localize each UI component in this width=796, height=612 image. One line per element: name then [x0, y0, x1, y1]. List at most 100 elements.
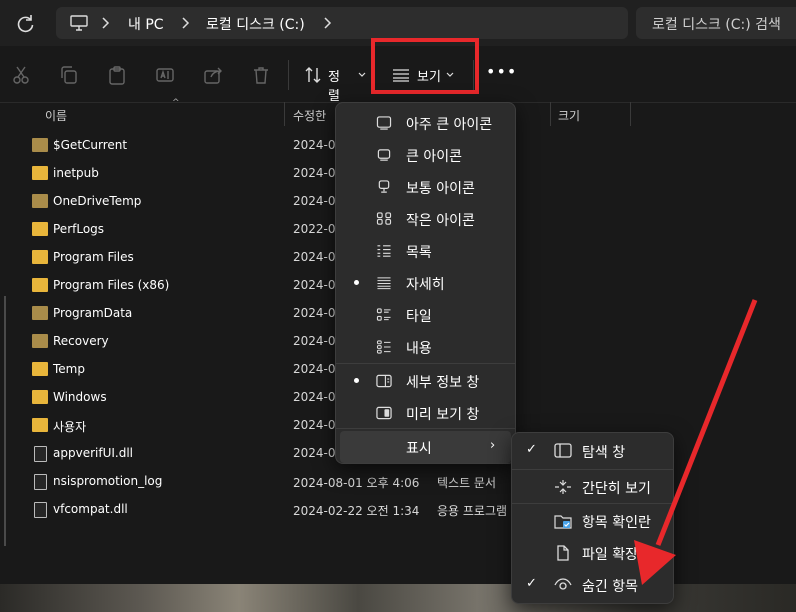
menu-item-view-option[interactable]: 작은 아이콘 — [340, 203, 511, 235]
menu-separator — [512, 503, 673, 504]
file-date: 2024-0 — [293, 250, 336, 264]
file-date: 2024-02-22 오전 1:34 — [293, 504, 420, 518]
more-options-icon[interactable]: ••• — [486, 62, 517, 81]
menu-item-view-option[interactable]: 큰 아이콘 — [340, 139, 511, 171]
folder-icon — [32, 250, 48, 264]
menu-item-label: 내용 — [406, 341, 432, 357]
delete-icon[interactable] — [251, 65, 271, 85]
folder-icon — [32, 166, 48, 180]
file-type: 텍스트 문서 — [437, 476, 497, 490]
file-date: 2024-0 — [293, 418, 336, 432]
chevron-right-icon[interactable] — [100, 16, 110, 30]
chevron-right-icon[interactable] — [180, 16, 190, 30]
sort-button-label: 정렬 — [328, 70, 340, 104]
column-divider[interactable] — [284, 102, 285, 126]
file-date: 2024-0 — [293, 194, 336, 208]
navigation-pane-icon — [554, 443, 572, 458]
show-submenu: ✓ 탐색 창간단히 보기항목 확인란 파일 확장 ✓ 숨긴 항목 — [511, 432, 674, 604]
rename-icon[interactable] — [155, 65, 175, 85]
file-date: 2024-0 — [293, 334, 336, 348]
file-date: 2024-0 — [293, 278, 336, 292]
chevron-right-icon: › — [490, 438, 496, 453]
selected-bullet-icon — [354, 280, 359, 285]
item-checkbox-icon — [554, 515, 572, 529]
menu-item-view-option[interactable]: 자세히 — [340, 267, 511, 299]
file-name: appverifUI.dll — [53, 446, 133, 460]
list-icon — [377, 245, 391, 257]
folder-icon — [32, 222, 48, 236]
cut-icon[interactable] — [11, 65, 31, 85]
menu-item-pane-option[interactable]: 세부 정보 창 — [340, 365, 511, 397]
menu-item-show-label: 표시 — [406, 441, 432, 457]
submenu-item-label: 간단히 보기 — [582, 481, 651, 497]
sort-icon — [305, 67, 321, 83]
menu-item-label: 큰 아이콘 — [406, 149, 462, 165]
breadcrumb-local-disk[interactable]: 로컬 디스크 (C:) — [206, 14, 305, 34]
submenu-item[interactable]: 간단히 보기 — [516, 471, 669, 503]
details-icon — [377, 277, 391, 290]
folder-icon — [32, 306, 48, 320]
file-type: 응용 프로그램 — [437, 504, 508, 518]
file-name: inetpub — [53, 166, 99, 180]
submenu-item[interactable]: 파일 확장 — [516, 537, 669, 569]
file-date: 2024-0 — [293, 446, 336, 460]
file-row[interactable]: nsispromotion_log 2024-08-01 오후 4:06 텍스트 문… — [14, 468, 796, 496]
sort-ascending-icon: ^ — [172, 98, 180, 108]
monitor-md-icon — [378, 180, 390, 193]
menu-item-view-option[interactable]: 타일 — [340, 299, 511, 331]
file-name: Program Files (x86) — [53, 278, 170, 292]
file-date: 2024-0 — [293, 390, 336, 404]
submenu-item[interactable]: 항목 확인란 — [516, 505, 669, 537]
menu-item-view-option[interactable]: 아주 큰 아이콘 — [340, 107, 511, 139]
file-icon — [34, 446, 47, 462]
file-row[interactable]: vfcompat.dll 2024-02-22 오전 1:34 응용 프로그램 — [14, 496, 796, 524]
menu-item-view-option[interactable]: 목록 — [340, 235, 511, 267]
folder-icon — [32, 390, 48, 404]
copy-icon[interactable] — [59, 65, 79, 85]
menu-item-pane-option[interactable]: 미리 보기 창 — [340, 397, 511, 429]
submenu-item[interactable]: ✓ 탐색 창 — [516, 435, 669, 467]
preview-pane-icon — [376, 406, 392, 420]
file-name: ProgramData — [53, 306, 133, 320]
menu-item-view-option[interactable]: 내용 — [340, 331, 511, 363]
tiles-icon — [376, 308, 391, 321]
folder-icon — [32, 194, 48, 208]
chevron-down-icon — [358, 72, 366, 77]
file-name: $GetCurrent — [53, 138, 128, 152]
monitor-lg-icon — [377, 149, 391, 161]
menu-item-label: 자세히 — [406, 277, 445, 293]
refresh-icon[interactable] — [14, 12, 38, 36]
file-date: 2024-0 — [293, 362, 336, 376]
address-bar[interactable]: 내 PC 로컬 디스크 (C:) — [56, 7, 628, 39]
menu-separator — [512, 469, 673, 470]
column-header-modified[interactable]: 수정한 — [293, 107, 326, 124]
computer-icon — [70, 15, 88, 31]
share-icon[interactable] — [203, 65, 223, 85]
menu-item-label: 타일 — [406, 309, 432, 325]
search-box[interactable]: 로컬 디스크 (C:) 검색 — [636, 7, 796, 39]
hidden-items-icon — [554, 578, 572, 590]
menu-item-label: 작은 아이콘 — [406, 213, 475, 229]
paste-icon[interactable] — [107, 65, 127, 85]
menu-item-view-option[interactable]: 보통 아이콘 — [340, 171, 511, 203]
column-header-name[interactable]: 이름 — [45, 107, 67, 124]
file-date: 2024-08-01 오후 4:06 — [293, 476, 420, 490]
column-header-size[interactable]: 크기 — [558, 107, 580, 124]
folder-icon — [32, 138, 48, 152]
menu-item-label: 목록 — [406, 245, 432, 261]
submenu-item[interactable]: ✓ 숨긴 항목 — [516, 569, 669, 601]
toolbar-divider — [288, 60, 289, 90]
chevron-right-icon[interactable] — [322, 16, 332, 30]
column-divider[interactable] — [630, 102, 631, 126]
folder-icon — [32, 278, 48, 292]
search-placeholder: 로컬 디스크 (C:) 검색 — [652, 17, 781, 33]
column-divider[interactable] — [550, 102, 551, 126]
breadcrumb-this-pc[interactable]: 내 PC — [128, 14, 164, 34]
menu-item-show[interactable]: 표시 › — [340, 431, 511, 463]
small-icons-icon — [376, 212, 392, 225]
submenu-item-label: 탐색 창 — [582, 445, 626, 461]
file-date: 2024-0 — [293, 138, 336, 152]
monitor-xl-icon — [376, 116, 392, 130]
menu-item-label: 미리 보기 창 — [406, 407, 480, 423]
content-icon — [376, 340, 391, 354]
